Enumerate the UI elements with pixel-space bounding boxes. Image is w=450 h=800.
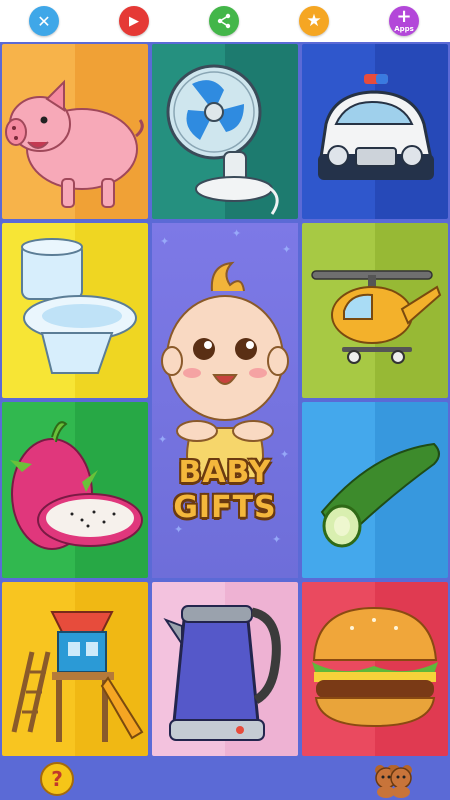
tile-playground[interactable] — [2, 582, 148, 756]
bottom-bar: ? — [0, 758, 450, 800]
pig-icon — [5, 79, 144, 208]
kettle-icon — [163, 605, 281, 741]
tile-police-car[interactable] — [302, 44, 448, 219]
tile-toilet[interactable] — [2, 223, 148, 398]
close-icon: ✕ — [37, 11, 51, 31]
sparkle-icon: ✦ — [272, 534, 282, 546]
toilet-icon — [21, 238, 137, 374]
plus-icon: + — [396, 6, 412, 27]
top-toolbar: ✕ ▶ ★ + Apps — [0, 0, 450, 42]
police-car-icon — [318, 74, 434, 180]
sparkle-icon: ✦ — [160, 236, 170, 248]
dragon-fruit-icon — [10, 421, 143, 550]
tile-helicopter[interactable] — [302, 223, 448, 398]
playground-icon — [11, 611, 144, 742]
teddy-bears-icon[interactable] — [364, 760, 420, 798]
sparkle-icon: ✦ — [232, 228, 242, 240]
helicopter-icon — [311, 270, 442, 364]
question-icon: ? — [51, 767, 63, 791]
burger-icon — [312, 606, 438, 728]
apps-label: Apps — [394, 25, 414, 33]
close-button[interactable]: ✕ — [29, 6, 59, 36]
tile-burger[interactable] — [302, 582, 448, 756]
baby-gifts-logo: BABY GIFTS — [173, 455, 277, 525]
tile-kettle[interactable] — [152, 582, 298, 756]
share-icon — [217, 13, 231, 29]
more-apps-button[interactable]: + Apps — [389, 6, 419, 36]
tile-cucumber[interactable] — [302, 402, 448, 578]
star-icon: ★ — [306, 11, 322, 31]
share-button[interactable] — [209, 6, 239, 36]
fan-icon — [166, 64, 279, 215]
play-icon: ▶ — [129, 13, 139, 29]
youtube-button[interactable]: ▶ — [119, 6, 149, 36]
rate-button[interactable]: ★ — [299, 6, 329, 36]
tile-pig[interactable] — [2, 44, 148, 219]
help-button[interactable]: ? — [40, 762, 74, 796]
tile-fan[interactable] — [152, 44, 298, 219]
tile-dragon-fruit[interactable] — [2, 402, 148, 578]
cucumber-icon — [320, 442, 440, 548]
